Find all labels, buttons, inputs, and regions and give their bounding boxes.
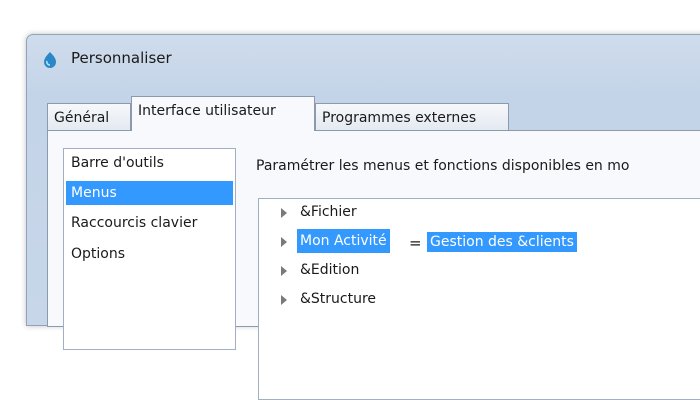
description-text: Paramétrer les menus et fonctions dispon… xyxy=(256,158,630,174)
tab-panel: Barre d'outils Menus Raccourcis clavier … xyxy=(47,130,700,400)
category-list: Barre d'outils Menus Raccourcis clavier … xyxy=(63,148,236,350)
tree-node-label: &Edition xyxy=(300,262,360,278)
alias-separator: = xyxy=(409,234,422,252)
customize-dialog: Personnaliser Général Interface utilisat… xyxy=(26,34,700,400)
list-item-barre-outils[interactable]: Barre d'outils xyxy=(66,151,233,175)
tab-programmes-externes[interactable]: Programmes externes xyxy=(315,103,509,131)
expand-arrow-icon[interactable] xyxy=(281,295,287,305)
window-title: Personnaliser xyxy=(71,49,172,67)
list-item-options[interactable]: Options xyxy=(66,242,233,266)
list-item-menus[interactable]: Menus xyxy=(66,181,233,205)
tab-general[interactable]: Général xyxy=(47,103,131,131)
expand-arrow-icon[interactable] xyxy=(281,208,287,218)
tree-node-mon-activite[interactable]: Mon Activité = Gestion des &clients xyxy=(259,229,659,253)
tree-node-label: &Structure xyxy=(300,291,377,307)
menu-tree: &Fichier Mon Activité = Gestion des &cli… xyxy=(258,198,700,400)
expand-arrow-icon[interactable] xyxy=(281,266,287,276)
alias-label[interactable]: Gestion des &clients xyxy=(427,232,577,252)
tree-node-edition[interactable]: &Edition xyxy=(259,258,659,282)
tree-node-structure[interactable]: &Structure xyxy=(259,287,659,311)
app-icon xyxy=(44,52,56,68)
title-bar[interactable]: Personnaliser xyxy=(27,35,700,85)
tab-interface-utilisateur[interactable]: Interface utilisateur xyxy=(131,96,315,131)
menus-settings: Paramétrer les menus et fonctions dispon… xyxy=(248,148,700,400)
list-item-raccourcis-clavier[interactable]: Raccourcis clavier xyxy=(66,211,233,235)
tree-node-label: &Fichier xyxy=(300,204,357,220)
tree-node-label: Mon Activité xyxy=(297,229,390,253)
tab-strip: Général Interface utilisateur Programmes… xyxy=(47,91,700,131)
tree-node-fichier[interactable]: &Fichier xyxy=(259,200,659,224)
expand-arrow-icon[interactable] xyxy=(281,237,287,247)
